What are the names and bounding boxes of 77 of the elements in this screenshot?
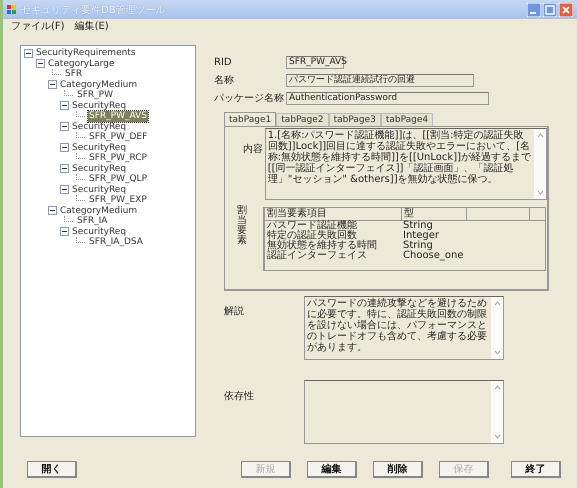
action-button[interactable]: 終了 bbox=[511, 461, 561, 478]
explanation-label: 解説 bbox=[223, 304, 245, 318]
tree-item[interactable]: SFR bbox=[64, 69, 84, 80]
collapse-toggle-icon[interactable] bbox=[60, 143, 69, 152]
collapse-toggle-icon[interactable] bbox=[60, 122, 69, 132]
app-icon bbox=[7, 4, 17, 14]
tree-item[interactable]: SecurityRequirements bbox=[35, 48, 137, 58]
field-label: RID bbox=[214, 56, 233, 68]
tree-item[interactable]: SFR_PW_AVS bbox=[88, 111, 148, 122]
action-button[interactable]: 削除 bbox=[373, 461, 423, 478]
collapse-toggle-icon[interactable] bbox=[60, 101, 69, 110]
table-cell-text: String bbox=[402, 241, 433, 251]
collapse-toggle-icon[interactable] bbox=[60, 185, 69, 194]
tree-item[interactable]: CategoryMedium bbox=[59, 206, 138, 216]
collapse-toggle-icon[interactable] bbox=[48, 80, 57, 90]
scroll-up-icon[interactable] bbox=[492, 383, 502, 392]
input-field[interactable]: AuthenticationPassword bbox=[286, 92, 489, 104]
table-cell-text: Choose_one bbox=[402, 251, 465, 261]
action-button[interactable]: 編集 bbox=[307, 461, 357, 478]
tree-item[interactable]: SecurityReq bbox=[71, 184, 128, 195]
tab[interactable]: tabPage2 bbox=[276, 113, 329, 126]
tree-item[interactable]: SFR_PW_RCP bbox=[88, 153, 148, 164]
tree-item[interactable]: SecurityReq bbox=[71, 142, 128, 153]
collapse-toggle-icon[interactable] bbox=[36, 59, 45, 68]
scroll-down-icon[interactable] bbox=[492, 432, 502, 441]
input-field[interactable]: パスワード認証連続試行の回避 bbox=[286, 74, 474, 86]
tree-item[interactable]: SecurityReq bbox=[71, 122, 128, 132]
tree-item[interactable]: SFR_PW_QLP bbox=[88, 174, 148, 184]
tab[interactable]: tabPage3 bbox=[328, 113, 381, 126]
maximize-icon[interactable] bbox=[543, 2, 557, 16]
minimize-icon[interactable] bbox=[527, 2, 541, 16]
menu-item[interactable]: 編集(E) bbox=[74, 19, 109, 33]
table-cell-text: パスワード認証機能 bbox=[266, 221, 358, 231]
content-label: 内容 bbox=[242, 142, 264, 156]
tree-item[interactable]: CategoryMedium bbox=[59, 80, 138, 90]
table-cell-text: String bbox=[402, 221, 433, 231]
close-icon[interactable] bbox=[559, 2, 573, 16]
dependency-label: 依存性 bbox=[223, 390, 255, 403]
column-header[interactable]: 型 bbox=[402, 208, 467, 220]
scrollbar[interactable] bbox=[534, 129, 546, 199]
tab[interactable]: tabPage1 bbox=[224, 112, 276, 126]
field-label: 名称 bbox=[214, 74, 235, 87]
content-text-area[interactable]: 1.[名称:パスワード認証機能]]は、[[割当:特定の認証失敗回数]]Lock]]回目に達する認証失敗やエラーにおいて、[名称:無効状態を維持する時間]]を[[UnLock]]が経過するまで[[同一認証インターフェイス]]「認証画面」、「認証処理」"セッション" &others]]を無効な状態に保つ。 bbox=[264, 128, 547, 200]
tree-item[interactable]: SFR_IA bbox=[76, 216, 108, 226]
scrollbar[interactable] bbox=[491, 297, 503, 359]
table-cell-text: Integer bbox=[402, 231, 440, 241]
table-cell-text: 認証インターフェイス bbox=[266, 251, 368, 261]
table-cell-text: 無効状態を維持する時間 bbox=[266, 241, 378, 251]
tree-item[interactable]: SFR_PW_EXP bbox=[88, 195, 148, 206]
assignment-label: 割当要素 bbox=[236, 206, 248, 246]
collapse-toggle-icon[interactable] bbox=[60, 164, 69, 174]
field-label: パッケージ名称 bbox=[214, 92, 285, 105]
scroll-down-icon[interactable] bbox=[492, 348, 502, 357]
tree-item[interactable]: SecurityReq bbox=[71, 226, 128, 237]
collapse-toggle-icon[interactable] bbox=[60, 227, 69, 236]
tree-item[interactable]: SFR_IA_DSA bbox=[88, 237, 144, 248]
open-button[interactable]: 開く bbox=[27, 461, 77, 478]
tree-item[interactable]: SFR_PW bbox=[76, 90, 114, 100]
table-cell-text: 特定の認証失敗回数 bbox=[266, 231, 358, 241]
tree-item[interactable]: SFR_PW_DEF bbox=[88, 132, 148, 142]
dependency-text-area[interactable] bbox=[304, 380, 504, 444]
collapse-toggle-icon[interactable] bbox=[48, 206, 57, 216]
tab[interactable]: tabPage4 bbox=[380, 113, 434, 126]
column-header[interactable]: 割当要素項目 bbox=[265, 208, 402, 220]
scroll-up-icon[interactable] bbox=[536, 131, 544, 140]
menu-item[interactable]: ファイル(F) bbox=[11, 19, 65, 33]
assignment-list[interactable]: 割当要素項目 型 パスワード認証機能 String 特定の認証失敗回数 Integer 無効状態を維持する時間 String 認証インターフェイス Choose_one bbox=[263, 207, 546, 271]
explanation-text-area[interactable]: パスワードの連続攻撃などを避けるために必要です。特に、認証失敗回数の制限を設けない場合には、パフォーマンスとのトレードオフも含めて、考慮する必要があります。 bbox=[304, 296, 504, 360]
scrollbar[interactable] bbox=[491, 381, 503, 443]
tree-item[interactable]: CategoryLarge bbox=[47, 58, 116, 69]
input-field[interactable]: SFR_PW_AVS bbox=[286, 56, 344, 68]
window-title: セキュリティ要件DB管理ツール bbox=[21, 4, 166, 16]
tree-item[interactable]: SecurityReq bbox=[71, 164, 128, 174]
scroll-up-icon[interactable] bbox=[492, 299, 502, 308]
tree-item[interactable]: SecurityReq bbox=[71, 100, 128, 111]
scroll-down-icon[interactable] bbox=[536, 188, 544, 197]
collapse-toggle-icon[interactable] bbox=[24, 48, 33, 58]
